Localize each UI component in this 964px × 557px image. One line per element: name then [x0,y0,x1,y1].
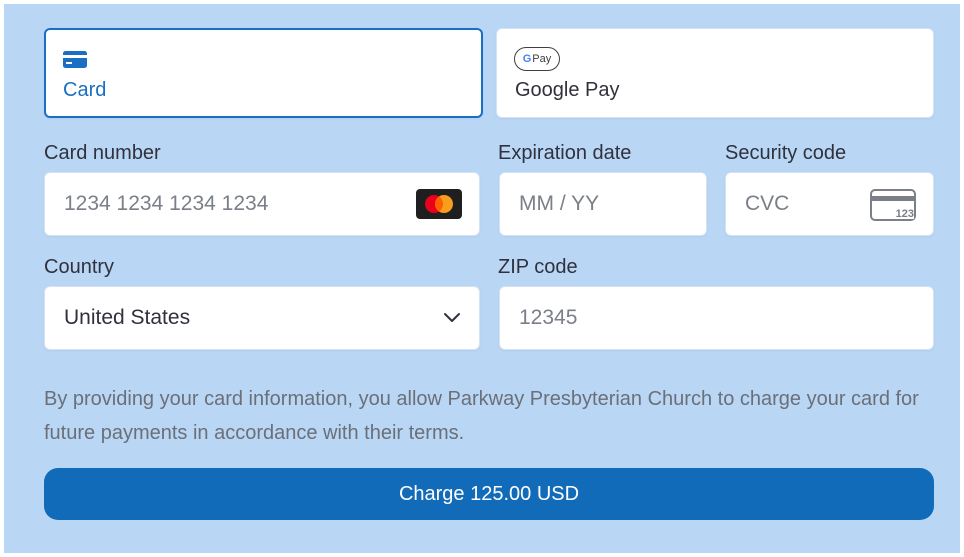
card-number-label: Card number [44,142,161,164]
chevron-down-icon [443,311,461,329]
zip-code-input[interactable]: 12345 [499,286,934,350]
security-code-placeholder: CVC [745,192,790,215]
cvc-card-icon: 123 [870,189,916,226]
tab-google-pay-label: Google Pay [515,79,620,101]
expiration-date-placeholder: MM / YY [519,192,600,215]
google-pay-icon: G Pay [514,47,560,71]
tab-google-pay[interactable]: G Pay Google Pay [496,28,934,118]
credit-card-icon [63,51,87,73]
mastercard-icon [416,189,462,224]
authorization-notice: By providing your card information, you … [44,388,919,444]
card-number-input[interactable]: 1234 1234 1234 1234 [44,172,480,236]
svg-text:123: 123 [896,208,914,220]
zip-code-placeholder: 12345 [519,306,578,329]
security-code-label: Security code [725,142,847,164]
zip-code-label: ZIP code [498,256,578,278]
expiration-date-input[interactable]: MM / YY [499,172,707,236]
card-number-placeholder: 1234 1234 1234 1234 [64,192,269,215]
tab-card-label: Card [63,79,107,101]
country-label: Country [44,256,115,278]
payment-form: Card G Pay Google Pay Card number 1234 1… [4,4,960,553]
security-code-input[interactable]: CVC 123 [725,172,934,236]
country-selected-value: United States [64,306,191,329]
country-select[interactable]: United States [44,286,480,350]
charge-button[interactable]: Charge 125.00 USD [44,468,934,520]
tab-card[interactable]: Card [44,28,483,118]
expiration-date-label: Expiration date [498,142,632,164]
